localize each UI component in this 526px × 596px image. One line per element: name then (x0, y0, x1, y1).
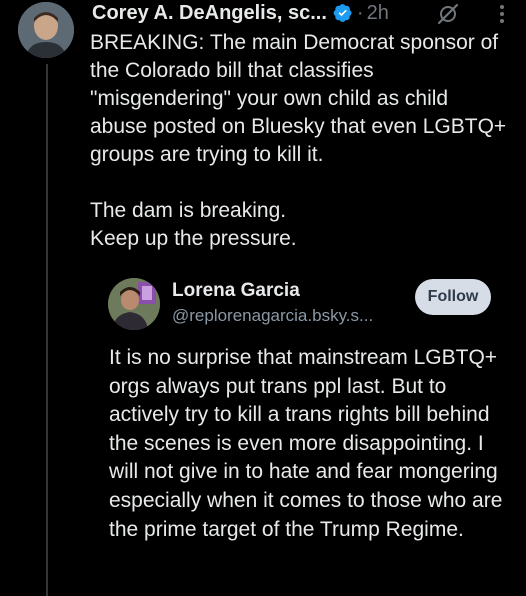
quoted-screenshot[interactable]: Lorena Garcia @replorenagarcia.bsky.s...… (90, 268, 510, 596)
post-header: Corey A. DeAngelis, sc... · 2h (92, 0, 389, 26)
separator-dot: · (356, 1, 364, 24)
quoted-author-avatar (108, 278, 160, 330)
author-name[interactable]: Corey A. DeAngelis, sc... (92, 2, 327, 25)
quoted-post-text: It is no surprise that mainstream LGBTQ+… (109, 346, 509, 541)
author-avatar[interactable] (18, 2, 74, 58)
more-options-icon[interactable] (492, 2, 512, 26)
thread-line (46, 64, 48, 596)
verified-badge-icon (333, 3, 353, 23)
grok-icon[interactable] (436, 2, 460, 26)
quoted-author-handle: @replorenagarcia.bsky.s... (172, 306, 374, 325)
avatar-image (18, 2, 74, 58)
quoted-avatar-image (108, 278, 160, 330)
post-text: BREAKING: The main Democrat sponsor of t… (90, 31, 507, 250)
follow-button[interactable]: Follow (415, 279, 491, 315)
post-time[interactable]: 2h (367, 2, 389, 25)
quoted-author-name: Lorena Garcia (172, 280, 300, 301)
